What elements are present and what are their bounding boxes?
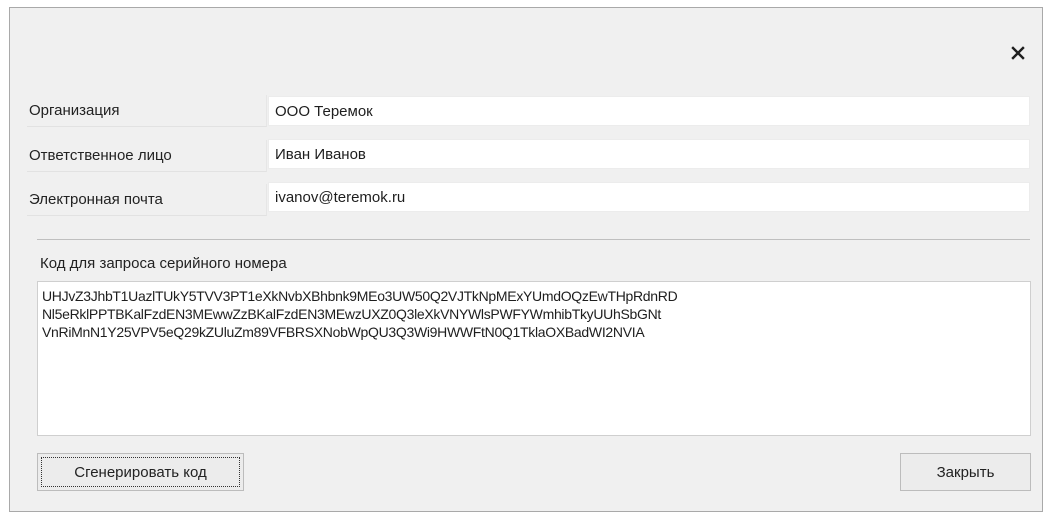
generate-code-label: Сгенерировать код bbox=[74, 463, 207, 481]
close-icon[interactable] bbox=[1007, 42, 1029, 64]
generate-code-button[interactable]: Сгенерировать код bbox=[37, 453, 244, 491]
close-button-label: Закрыть bbox=[936, 463, 995, 481]
responsible-person-label: Ответственное лицо bbox=[27, 140, 267, 172]
request-code-label: Код для запроса серийного номера bbox=[40, 255, 287, 272]
serial-request-dialog: Организация Ответственное лицо Электронн… bbox=[9, 7, 1043, 512]
email-label: Электронная почта bbox=[27, 184, 267, 216]
request-code-textarea[interactable]: UHJvZ3JhbT1UazlTUkY5TVV3PT1eXkNvbXBhbnk9… bbox=[37, 281, 1031, 436]
organization-label: Организация bbox=[27, 95, 267, 127]
close-button[interactable]: Закрыть bbox=[900, 453, 1031, 491]
organization-field[interactable] bbox=[268, 96, 1030, 126]
close-icon-glyph bbox=[1011, 46, 1025, 60]
email-field[interactable] bbox=[268, 182, 1030, 212]
request-code-line: Nl5eRklPPTBKalFzdEN3MEwwZzBKalFzdEN3MEwz… bbox=[42, 306, 661, 322]
responsible-person-field[interactable] bbox=[268, 139, 1030, 169]
request-code-line: UHJvZ3JhbT1UazlTUkY5TVV3PT1eXkNvbXBhbnk9… bbox=[42, 288, 678, 304]
section-divider bbox=[37, 239, 1030, 240]
request-code-line: VnRiMnN1Y25VPV5eQ29kZUluZm89VFBRSXNobWpQ… bbox=[42, 324, 645, 340]
